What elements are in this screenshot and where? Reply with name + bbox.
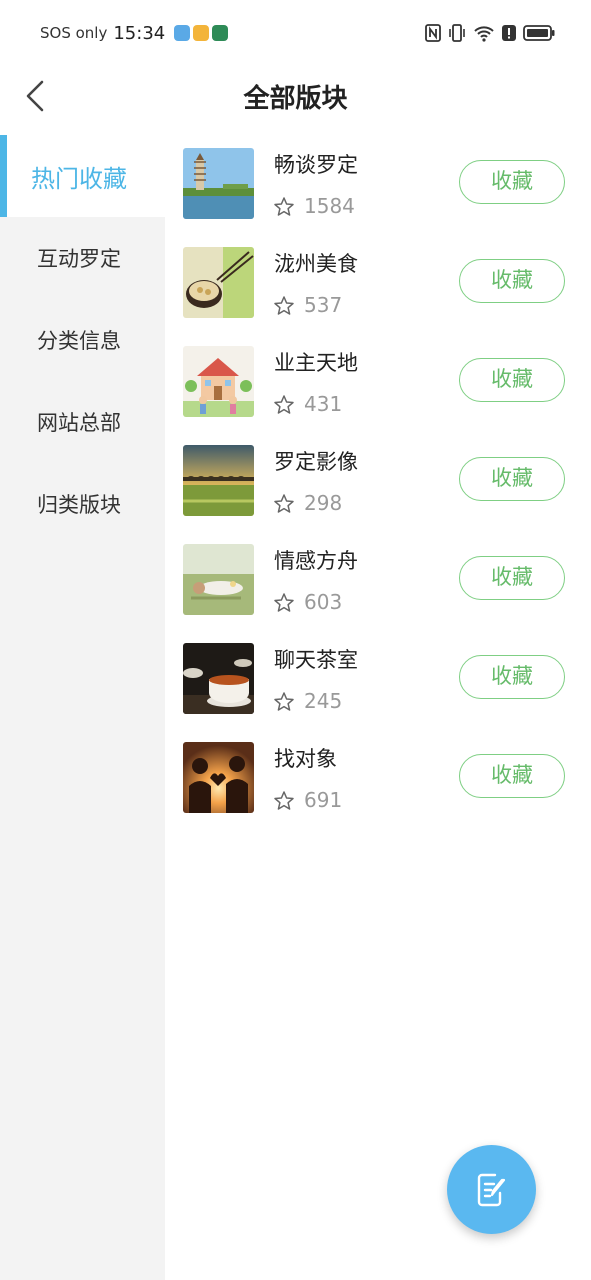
forum-thumbnail	[183, 544, 254, 615]
nfc-icon	[425, 24, 441, 42]
star-icon	[274, 692, 294, 711]
favorite-button[interactable]: 收藏	[459, 754, 565, 798]
sidebar-item-interactive[interactable]: 互动罗定	[0, 217, 165, 299]
star-icon	[274, 593, 294, 612]
list-item[interactable]: 畅谈罗定 1584 收藏	[165, 135, 591, 234]
forum-name: 情感方舟	[274, 549, 358, 573]
list-item[interactable]: 罗定影像 298 收藏	[165, 432, 591, 531]
star-icon	[274, 395, 294, 414]
forum-name: 畅谈罗定	[274, 153, 358, 177]
favorite-button[interactable]: 收藏	[459, 358, 565, 402]
forum-name: 泷州美食	[274, 252, 358, 276]
list-item[interactable]: 找对象 691 收藏	[165, 729, 591, 828]
status-bar: SOS only 15:34	[0, 0, 591, 66]
wifi-icon	[474, 26, 494, 42]
forum-name: 罗定影像	[274, 450, 358, 474]
forum-thumbnail	[183, 148, 254, 219]
page-title: 全部版块	[243, 84, 348, 114]
forum-name: 找对象	[274, 747, 337, 771]
category-sidebar: 热门收藏 互动罗定 分类信息 网站总部 归类版块	[0, 135, 165, 1280]
sidebar-item-classified[interactable]: 分类信息	[0, 299, 165, 381]
list-item[interactable]: 泷州美食 537 收藏	[165, 234, 591, 333]
favorite-button[interactable]: 收藏	[459, 556, 565, 600]
favorite-count: 298	[304, 491, 343, 515]
favorite-count: 603	[304, 590, 343, 614]
star-icon	[274, 296, 294, 315]
favorite-button[interactable]: 收藏	[459, 259, 565, 303]
favorite-button[interactable]: 收藏	[459, 160, 565, 204]
favorite-button[interactable]: 收藏	[459, 655, 565, 699]
forum-thumbnail	[183, 742, 254, 813]
list-item[interactable]: 情感方舟 603 收藏	[165, 531, 591, 630]
star-icon	[274, 197, 294, 216]
list-item[interactable]: 聊天茶室 245 收藏	[165, 630, 591, 729]
forum-name: 聊天茶室	[274, 648, 358, 672]
vibrate-icon	[449, 24, 465, 42]
star-icon	[274, 791, 294, 810]
news-app-icon	[193, 25, 210, 41]
sidebar-item-label: 分类信息	[37, 329, 121, 353]
sidebar-item-categories[interactable]: 归类版块	[0, 463, 165, 545]
favorite-count: 245	[304, 689, 343, 713]
edit-note-icon	[477, 1173, 505, 1206]
sidebar-item-hot-favorites[interactable]: 热门收藏	[0, 135, 165, 217]
favorite-count: 537	[304, 293, 343, 317]
forum-thumbnail	[183, 247, 254, 318]
alert-icon	[502, 25, 516, 41]
forum-name: 业主天地	[274, 351, 358, 375]
favorite-button[interactable]: 收藏	[459, 457, 565, 501]
header: 全部版块	[0, 66, 591, 126]
forum-list: 畅谈罗定 1584 收藏 泷州美食 537 收藏 业主天地 431 收藏 罗定影…	[165, 135, 591, 828]
favorite-count: 1584	[304, 194, 355, 218]
carrier-text: SOS only	[40, 24, 108, 42]
star-icon	[274, 494, 294, 513]
weather-app-icon	[174, 25, 191, 41]
green-app-icon	[212, 25, 229, 41]
favorite-count: 431	[304, 392, 343, 416]
compose-fab-button[interactable]	[447, 1145, 536, 1234]
forum-thumbnail	[183, 346, 254, 417]
forum-thumbnail	[183, 445, 254, 516]
list-item[interactable]: 业主天地 431 收藏	[165, 333, 591, 432]
forum-thumbnail	[183, 643, 254, 714]
sidebar-item-label: 热门收藏	[31, 164, 127, 193]
clock: 15:34	[113, 22, 166, 44]
sidebar-item-label: 互动罗定	[37, 247, 121, 271]
favorite-count: 691	[304, 788, 343, 812]
sidebar-item-headquarters[interactable]: 网站总部	[0, 381, 165, 463]
sidebar-item-label: 归类版块	[37, 493, 121, 517]
battery-icon	[523, 25, 555, 41]
sidebar-item-label: 网站总部	[37, 411, 121, 435]
